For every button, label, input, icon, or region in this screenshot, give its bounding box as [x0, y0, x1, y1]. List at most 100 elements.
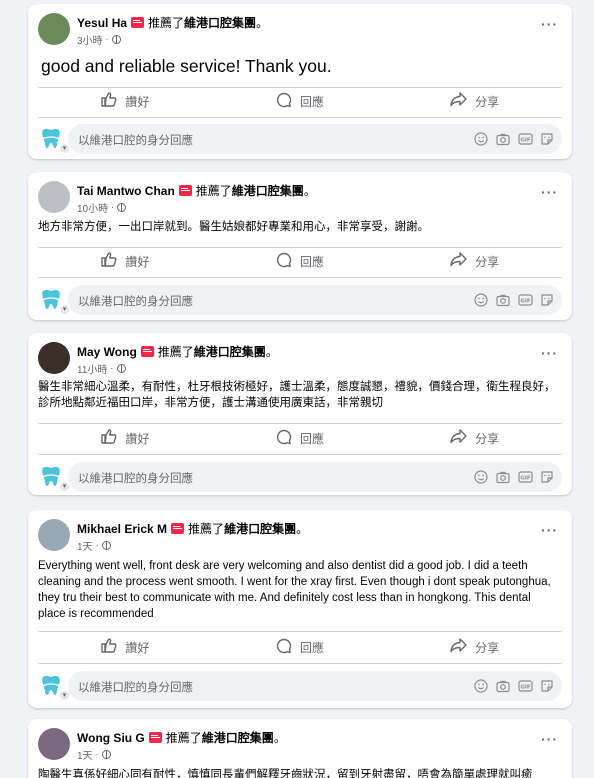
sticker-icon[interactable]: [540, 679, 554, 693]
reviewer-name[interactable]: Wong Siu G: [77, 731, 145, 745]
comment-placeholder: 以維港口腔的身分回應: [78, 296, 193, 308]
share-label: 分享: [475, 254, 500, 269]
reviewer-avatar[interactable]: [38, 13, 70, 45]
comment-input[interactable]: 以維港口腔的身分回應 GIF: [68, 462, 562, 492]
more-options-icon[interactable]: ···: [541, 185, 558, 199]
like-button[interactable]: 讚好: [38, 88, 213, 114]
more-options-icon[interactable]: ···: [541, 732, 558, 746]
comment-button[interactable]: 回應: [213, 248, 388, 274]
review-time[interactable]: 3小時: [77, 32, 103, 47]
comment-label: 回應: [300, 640, 325, 655]
review-meta: 1天 ·: [77, 538, 111, 553]
like-icon: [101, 638, 125, 656]
camera-icon[interactable]: [496, 679, 510, 693]
review-text: 醫生非常細心溫柔，有耐性，杜牙根技術極好，護士溫柔，態度誠懇，禮貌，價錢合理，衛…: [38, 381, 556, 409]
camera-icon[interactable]: [496, 470, 510, 484]
comment-placeholder: 以維港口腔的身分回應: [78, 682, 193, 694]
review-time[interactable]: 1天: [77, 538, 93, 553]
comment-input[interactable]: 以維港口腔的身分回應 GIF: [68, 124, 562, 154]
share-button[interactable]: 分享: [387, 634, 562, 660]
reviewer-avatar[interactable]: [38, 519, 70, 551]
comment-input[interactable]: 以維港口腔的身分回應 GIF: [68, 671, 562, 701]
page-avatar[interactable]: ▾: [38, 125, 70, 154]
reviewer-name[interactable]: Tai Mantwo Chan: [77, 184, 175, 198]
review-meta: 10小時 ·: [77, 200, 127, 215]
globe-icon: [111, 35, 121, 44]
review-meta: 3小時 ·: [77, 32, 121, 47]
review-text: good and reliable service! Thank you.: [41, 56, 332, 76]
page-avatar[interactable]: ▾: [38, 463, 70, 492]
page-name-link[interactable]: 維港口腔集團: [232, 182, 304, 199]
page-name-link[interactable]: 維港口腔集團: [224, 520, 296, 537]
more-options-icon[interactable]: ···: [541, 17, 558, 31]
comment-button[interactable]: 回應: [213, 88, 388, 114]
review-card: May Wong 推薦了 維港口腔集團。 11小時 · ··· 醫生非常細心溫柔，有耐性，…: [28, 333, 572, 495]
gif-icon[interactable]: GIF: [518, 132, 533, 146]
like-label: 讚好: [125, 254, 150, 269]
globe-icon: [101, 541, 111, 550]
reviewer-avatar[interactable]: [38, 181, 70, 213]
comment-button[interactable]: 回應: [213, 425, 388, 451]
more-options-icon[interactable]: ···: [541, 523, 558, 537]
page-name-link[interactable]: 維港口腔集團: [184, 14, 256, 31]
emoji-icon[interactable]: [474, 470, 488, 484]
comment-label: 回應: [300, 254, 325, 269]
gif-icon[interactable]: GIF: [518, 293, 533, 307]
sticker-icon[interactable]: [540, 293, 554, 307]
more-options-icon[interactable]: ···: [541, 346, 558, 360]
reviewer-avatar[interactable]: [38, 342, 70, 374]
page-name-link[interactable]: 維港口腔集團: [194, 343, 266, 360]
page-name-link[interactable]: 維港口腔集團: [202, 729, 274, 746]
reviewer-name[interactable]: May Wong: [77, 345, 137, 359]
recommend-icon: [171, 523, 185, 534]
review-header: Yesul Ha 推薦了 維港口腔集團。 3小時 ·: [38, 13, 572, 49]
camera-icon[interactable]: [496, 293, 510, 307]
share-button[interactable]: 分享: [387, 88, 562, 114]
camera-icon[interactable]: [496, 132, 510, 146]
review-header: Mikhael Erick M 推薦了 維港口腔集團。 1天 ·: [38, 519, 572, 555]
reviewer-avatar[interactable]: [38, 728, 70, 760]
meta-dot: ·: [92, 749, 99, 760]
emoji-icon[interactable]: [474, 293, 488, 307]
gif-icon[interactable]: GIF: [518, 470, 533, 484]
share-label: 分享: [475, 94, 500, 109]
reviewer-name[interactable]: Yesul Ha: [77, 16, 127, 30]
like-icon: [101, 252, 125, 270]
review-time[interactable]: 11小時: [77, 361, 107, 376]
comment-tools: GIF: [474, 679, 554, 693]
review-title-line: Wong Siu G 推薦了 維港口腔集團。: [77, 729, 286, 746]
meta-dot: ·: [102, 34, 109, 45]
sticker-icon[interactable]: [540, 470, 554, 484]
recommend-icon: [131, 17, 145, 28]
page-avatar[interactable]: ▾: [38, 672, 70, 701]
emoji-icon[interactable]: [474, 132, 488, 146]
globe-icon: [101, 750, 111, 759]
action-bar: 讚好 回應 分享: [38, 248, 562, 274]
action-bar: 讚好 回應 分享: [38, 425, 562, 451]
review-card: Tai Mantwo Chan 推薦了 維港口腔集團。 10小時 · ··· 地方非常方便…: [28, 172, 572, 320]
like-button[interactable]: 讚好: [38, 248, 213, 274]
svg-text:GIF: GIF: [520, 685, 531, 691]
comment-icon: [276, 92, 300, 111]
reviewer-name[interactable]: Mikhael Erick M: [77, 522, 167, 536]
meta-dot: ·: [107, 363, 114, 374]
comment-tools: GIF: [474, 470, 554, 484]
share-button[interactable]: 分享: [387, 425, 562, 451]
comment-label: 回應: [300, 431, 325, 446]
sticker-icon[interactable]: [540, 132, 554, 146]
emoji-icon[interactable]: [474, 679, 488, 693]
action-bar: 讚好 回應 分享: [38, 634, 562, 660]
comment-input[interactable]: 以維港口腔的身分回應 GIF: [68, 285, 562, 315]
like-button[interactable]: 讚好: [38, 634, 213, 660]
like-label: 讚好: [125, 431, 150, 446]
share-label: 分享: [475, 640, 500, 655]
page-avatar[interactable]: ▾: [38, 286, 70, 315]
svg-text:GIF: GIF: [520, 138, 531, 144]
recommend-text: 推薦了: [195, 184, 232, 198]
gif-icon[interactable]: GIF: [518, 679, 533, 693]
like-button[interactable]: 讚好: [38, 425, 213, 451]
review-time[interactable]: 1天: [77, 747, 93, 762]
share-button[interactable]: 分享: [387, 248, 562, 274]
review-time[interactable]: 10小時: [77, 200, 108, 215]
comment-button[interactable]: 回應: [213, 634, 388, 660]
